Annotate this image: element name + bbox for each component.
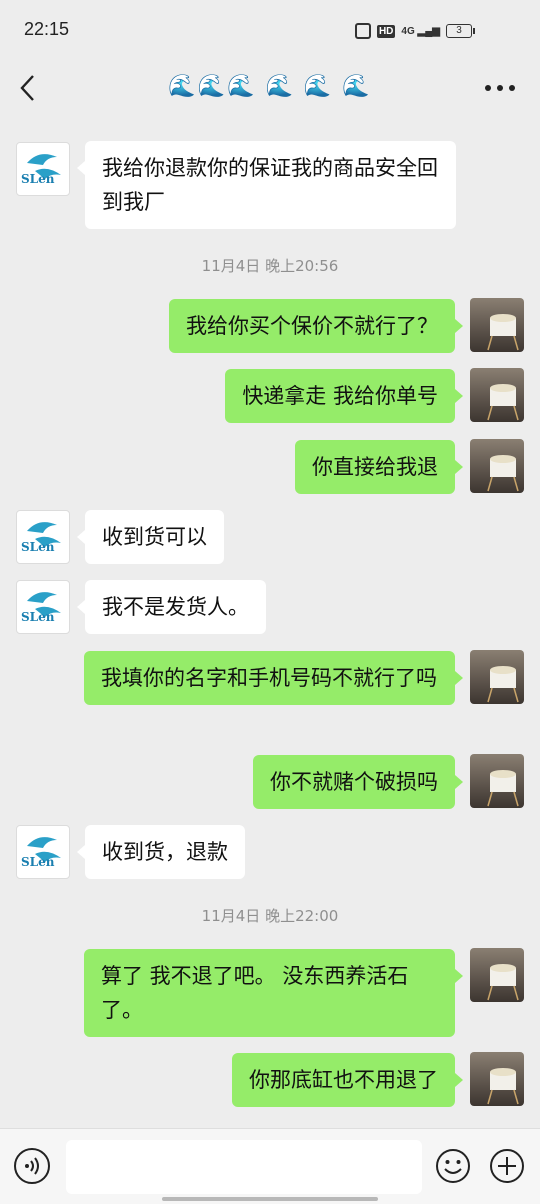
smiley-icon — [436, 1149, 470, 1183]
dolphin-logo-icon: SLen — [21, 837, 61, 869]
my-avatar[interactable] — [470, 754, 524, 808]
table-photo-icon — [487, 384, 519, 421]
message-bubble-outgoing[interactable]: 快递拿走 我给你单号 — [225, 369, 463, 423]
emoji-button[interactable] — [435, 1148, 471, 1184]
message-bubble-outgoing[interactable]: 我填你的名字和手机号码不就行了吗 — [84, 651, 463, 705]
dolphin-logo-icon: SLen — [21, 154, 61, 186]
vibrate-icon — [354, 23, 371, 39]
table-photo-icon — [487, 455, 519, 492]
my-avatar[interactable] — [470, 1052, 524, 1106]
my-avatar[interactable] — [470, 948, 524, 1002]
timestamp: 11月4日 晚上20:56 — [201, 257, 339, 275]
contact-avatar[interactable]: SLen — [16, 510, 70, 564]
voice-icon — [25, 1157, 39, 1175]
my-avatar[interactable] — [470, 298, 524, 352]
table-photo-icon — [487, 964, 519, 1001]
status-icons: HD 4G ▂▄▆ 3 — [354, 21, 475, 41]
signal-icon: 4G ▂▄▆ — [401, 25, 440, 37]
message-bubble-outgoing[interactable]: 我给你买个保价不就行了？ — [169, 299, 463, 353]
contact-avatar[interactable]: SLen — [16, 142, 70, 196]
message-bubble-incoming[interactable]: 收到货可以 — [77, 510, 224, 564]
svg-text:SLen: SLen — [21, 855, 55, 869]
dolphin-logo-icon: SLen — [21, 522, 61, 554]
message-input-bar — [0, 1128, 540, 1204]
more-functions-button[interactable] — [489, 1148, 525, 1184]
message-bubble-outgoing[interactable]: 你那底缸也不用退了 — [232, 1053, 463, 1107]
hd-icon: HD — [376, 24, 396, 38]
timestamp: 11月4日 晚上22:00 — [201, 907, 339, 925]
contact-avatar[interactable]: SLen — [16, 580, 70, 634]
more-icon — [485, 85, 515, 91]
message-bubble-outgoing[interactable]: 你不就赌个破损吗 — [253, 755, 463, 809]
battery-icon: 3 — [446, 24, 475, 38]
message-input[interactable] — [66, 1140, 422, 1194]
status-time: 22:15 — [24, 19, 70, 39]
table-photo-icon — [487, 1068, 519, 1105]
status-bar: 22:15 HD 4G ▂▄▆ 3 — [0, 0, 540, 60]
table-photo-icon — [487, 666, 519, 703]
message-bubble-incoming[interactable]: 我给你退款你的保证我的商品安全回到我厂 — [77, 141, 456, 229]
plus-icon — [490, 1149, 524, 1183]
network-type: 4G — [401, 25, 415, 37]
table-photo-icon — [487, 770, 519, 807]
more-options-button[interactable] — [480, 74, 520, 102]
home-indicator[interactable] — [162, 1197, 378, 1201]
contact-avatar[interactable]: SLen — [16, 825, 70, 879]
my-avatar[interactable] — [470, 439, 524, 493]
svg-text:SLen: SLen — [21, 540, 55, 554]
svg-text:SLen: SLen — [21, 172, 55, 186]
message-bubble-incoming[interactable]: 收到货，退款 — [77, 825, 245, 879]
dolphin-logo-icon: SLen — [21, 592, 61, 624]
my-avatar[interactable] — [470, 650, 524, 704]
message-bubble-incoming[interactable]: 我不是发货人。 — [77, 580, 266, 634]
chat-header: 🌊🌊🌊 🌊 🌊 🌊 — [0, 60, 540, 118]
message-bubble-outgoing[interactable]: 你直接给我退 — [295, 440, 463, 494]
table-photo-icon — [487, 314, 519, 351]
svg-text:SLen: SLen — [21, 610, 55, 624]
voice-input-button[interactable] — [14, 1148, 50, 1184]
chat-title: 🌊🌊🌊 🌊 🌊 🌊 — [168, 74, 372, 99]
message-bubble-outgoing[interactable]: 算了 我不退了吧。 没东西养活石了。 — [84, 949, 463, 1037]
my-avatar[interactable] — [470, 368, 524, 422]
